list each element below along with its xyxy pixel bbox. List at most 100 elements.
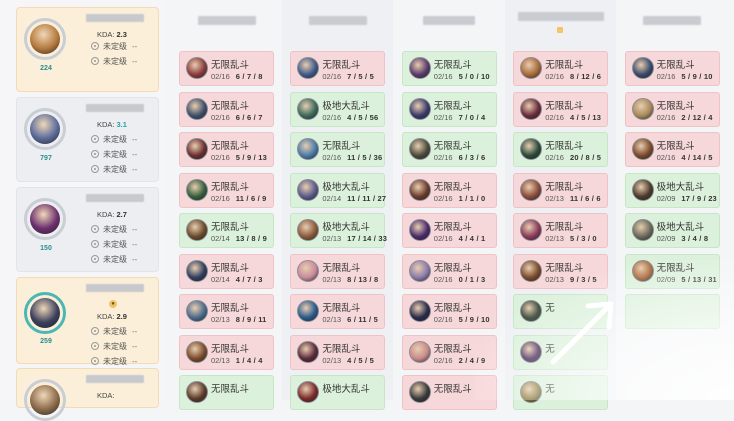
match-date: 02/09 — [656, 234, 676, 243]
match-cell[interactable]: 无限乱斗 02/13 8 / 13 / 8 — [290, 253, 386, 289]
match-cell[interactable]: 无限乱斗 02/16 4 / 4 / 1 — [401, 213, 497, 248]
match-cell[interactable]: 无限乱斗 02/16 11 / 6 / 9 — [179, 172, 274, 208]
rank-tier: 未定级 — [103, 135, 127, 144]
match-cell[interactable]: 无限乱斗 02/14 4 / 7 / 3 — [179, 253, 274, 289]
match-cell[interactable]: 无限乱斗 02/16 1 / 1 / 0 — [401, 172, 497, 208]
champion-icon — [297, 178, 320, 201]
match-date: 02/14 — [211, 234, 230, 243]
match-date: 02/16 — [211, 72, 230, 81]
rank-emblem-icon — [91, 327, 99, 335]
match-cell[interactable]: 无限乱斗 02/16 6 / 6 / 7 — [179, 91, 274, 127]
champion-icon — [520, 57, 543, 79]
column-player-name-redacted — [308, 16, 367, 25]
match-cell[interactable]: 无限乱斗 02/13 5 / 3 / 0 — [513, 213, 609, 248]
match-date: 02/16 — [545, 153, 564, 162]
match-cell[interactable]: 无限乱斗 02/13 1 / 4 / 4 — [179, 334, 274, 370]
match-cell[interactable]: 无限乱斗 02/16 0 / 1 / 3 — [401, 253, 497, 289]
player-avatar[interactable] — [24, 108, 66, 150]
champion-icon — [186, 219, 208, 241]
match-cell[interactable]: 无限乱斗 02/13 11 / 6 / 6 — [513, 172, 609, 208]
rank-tier: 未定级 — [103, 225, 127, 234]
match-cell[interactable]: 无限乱斗 — [179, 375, 274, 410]
match-cell[interactable]: 无限乱斗 02/09 5 / 13 / 31 — [624, 253, 720, 289]
match-cell[interactable] — [624, 294, 720, 329]
rank-row: 未定级 -- — [91, 326, 137, 337]
match-cell[interactable]: 无限乱斗 02/16 11 / 5 / 36 — [290, 132, 386, 167]
match-kda: 7 / 5 / 5 — [347, 72, 374, 81]
match-cell[interactable]: 无限乱斗 02/16 4 / 5 / 13 — [513, 91, 609, 127]
rank-emblem-icon — [91, 42, 99, 50]
match-cell[interactable]: 极地大乱斗 02/09 3 / 4 / 8 — [624, 213, 720, 248]
rank-row: 未定级 -- — [91, 224, 137, 235]
match-cell[interactable]: 极地大乱斗 — [290, 375, 386, 410]
player-card[interactable]: 797 KDA: 3.1 未定级 -- 未定级 -- 未定级 -- — [16, 97, 159, 182]
game-mode: 无限乱斗 — [211, 262, 250, 274]
match-cell[interactable]: 无限乱斗 02/14 13 / 8 / 9 — [179, 213, 274, 248]
champion-icon — [631, 219, 654, 241]
rank-emblem-icon — [91, 342, 99, 350]
match-cell[interactable]: 无限乱斗 02/13 9 / 3 / 5 — [513, 253, 609, 289]
champion-icon — [520, 97, 543, 120]
match-cell[interactable]: 无 — [513, 375, 609, 410]
champion-icon — [631, 259, 654, 282]
player-card[interactable]: 150 KDA: 2.7 未定级 -- 未定级 -- 未定级 -- — [16, 187, 159, 272]
match-cell[interactable]: 无限乱斗 02/16 20 / 8 / 5 — [513, 132, 609, 167]
kda-label: KDA: — [97, 312, 115, 321]
match-cell[interactable]: 无 — [513, 294, 609, 329]
game-mode: 无限乱斗 — [656, 60, 695, 71]
match-date: 02/16 — [433, 112, 453, 122]
champion-icon — [408, 57, 431, 79]
match-meta: 02/14 4 / 7 / 3 — [211, 275, 263, 284]
match-meta: 02/13 9 / 3 / 5 — [545, 275, 597, 284]
match-meta: 02/16 7 / 0 / 4 — [434, 113, 486, 122]
match-cell[interactable]: 极地大乱斗 02/13 17 / 14 / 33 — [290, 213, 387, 248]
match-cell[interactable]: 极地大乱斗 02/09 17 / 9 / 23 — [624, 172, 720, 208]
match-date: 02/16 — [433, 355, 453, 365]
match-cell[interactable]: 极地大乱斗 02/16 4 / 5 / 56 — [290, 91, 386, 127]
match-cell[interactable]: 无限乱斗 02/16 6 / 3 / 6 — [401, 132, 497, 167]
player-avatar[interactable] — [24, 18, 66, 60]
match-cell[interactable]: 无限乱斗 02/16 5 / 0 / 10 — [401, 51, 497, 86]
match-cell[interactable]: 无限乱斗 02/16 5 / 9 / 10 — [624, 51, 720, 86]
rank-row: 未定级 -- — [91, 134, 137, 145]
match-cell[interactable]: 无 — [513, 334, 609, 370]
match-meta: 02/09 17 / 9 / 23 — [657, 194, 717, 203]
match-cell[interactable]: 无限乱斗 — [401, 375, 497, 410]
match-meta: 02/16 2 / 4 / 9 — [434, 356, 486, 365]
player-level: 797 — [40, 155, 52, 162]
match-cell[interactable]: 无限乱斗 02/16 2 / 12 / 4 — [624, 91, 720, 127]
match-meta: 02/16 7 / 5 / 5 — [322, 72, 374, 81]
match-cell[interactable]: 极地大乱斗 02/14 11 / 11 / 27 — [290, 172, 386, 208]
match-cell[interactable]: 无限乱斗 02/16 5 / 9 / 10 — [401, 294, 497, 329]
match-kda: 7 / 0 / 4 — [458, 112, 486, 122]
match-date: 02/16 — [211, 112, 230, 122]
player-card[interactable]: KDA: — [16, 368, 159, 421]
match-cell[interactable]: 无限乱斗 02/16 7 / 0 / 4 — [401, 91, 497, 127]
match-kda: 20 / 8 / 5 — [569, 153, 602, 162]
match-cell[interactable]: 无限乱斗 02/16 6 / 7 / 8 — [179, 51, 274, 86]
match-cell[interactable]: 无限乱斗 02/13 8 / 9 / 11 — [179, 294, 274, 329]
player-card[interactable]: 259 ● KDA: 2.9 未定级 -- 未定级 -- 未定级 -- — [16, 277, 159, 366]
match-meta: 02/16 8 / 12 / 6 — [545, 72, 601, 81]
match-date: 02/16 — [211, 153, 230, 162]
champion-icon — [297, 97, 320, 120]
player-card[interactable]: 224 KDA: 2.3 未定级 -- 未定级 -- — [16, 7, 159, 92]
match-cell[interactable]: 无限乱斗 02/16 5 / 9 / 13 — [179, 132, 274, 167]
match-cell[interactable]: 无限乱斗 02/16 7 / 5 / 5 — [290, 51, 386, 86]
player-avatar[interactable] — [24, 379, 66, 421]
match-cell[interactable]: 无限乱斗 02/16 4 / 14 / 5 — [624, 132, 720, 167]
match-cell[interactable]: 无限乱斗 02/16 8 / 12 / 6 — [513, 51, 609, 86]
player-kda: KDA: 2.3 — [97, 30, 127, 39]
match-meta: 02/16 11 / 5 / 36 — [322, 153, 382, 162]
player-panel: 224 KDA: 2.3 未定级 -- 未定级 -- 797 KDA: 3.1 未定级 -- 未定级 --… — [0, 0, 166, 421]
player-avatar[interactable] — [24, 292, 66, 334]
kda-label: KDA: — [97, 30, 115, 39]
game-mode: 极地大乱斗 — [322, 384, 370, 395]
match-kda: 1 / 1 / 0 — [458, 193, 486, 203]
champion-icon — [631, 97, 654, 120]
match-kda: 5 / 13 / 31 — [681, 274, 717, 284]
match-cell[interactable]: 无限乱斗 02/13 4 / 5 / 5 — [290, 334, 386, 370]
match-cell[interactable]: 无限乱斗 02/16 2 / 4 / 9 — [401, 334, 497, 370]
player-avatar[interactable] — [24, 198, 66, 240]
match-cell[interactable]: 无限乱斗 02/13 6 / 11 / 5 — [290, 294, 386, 329]
